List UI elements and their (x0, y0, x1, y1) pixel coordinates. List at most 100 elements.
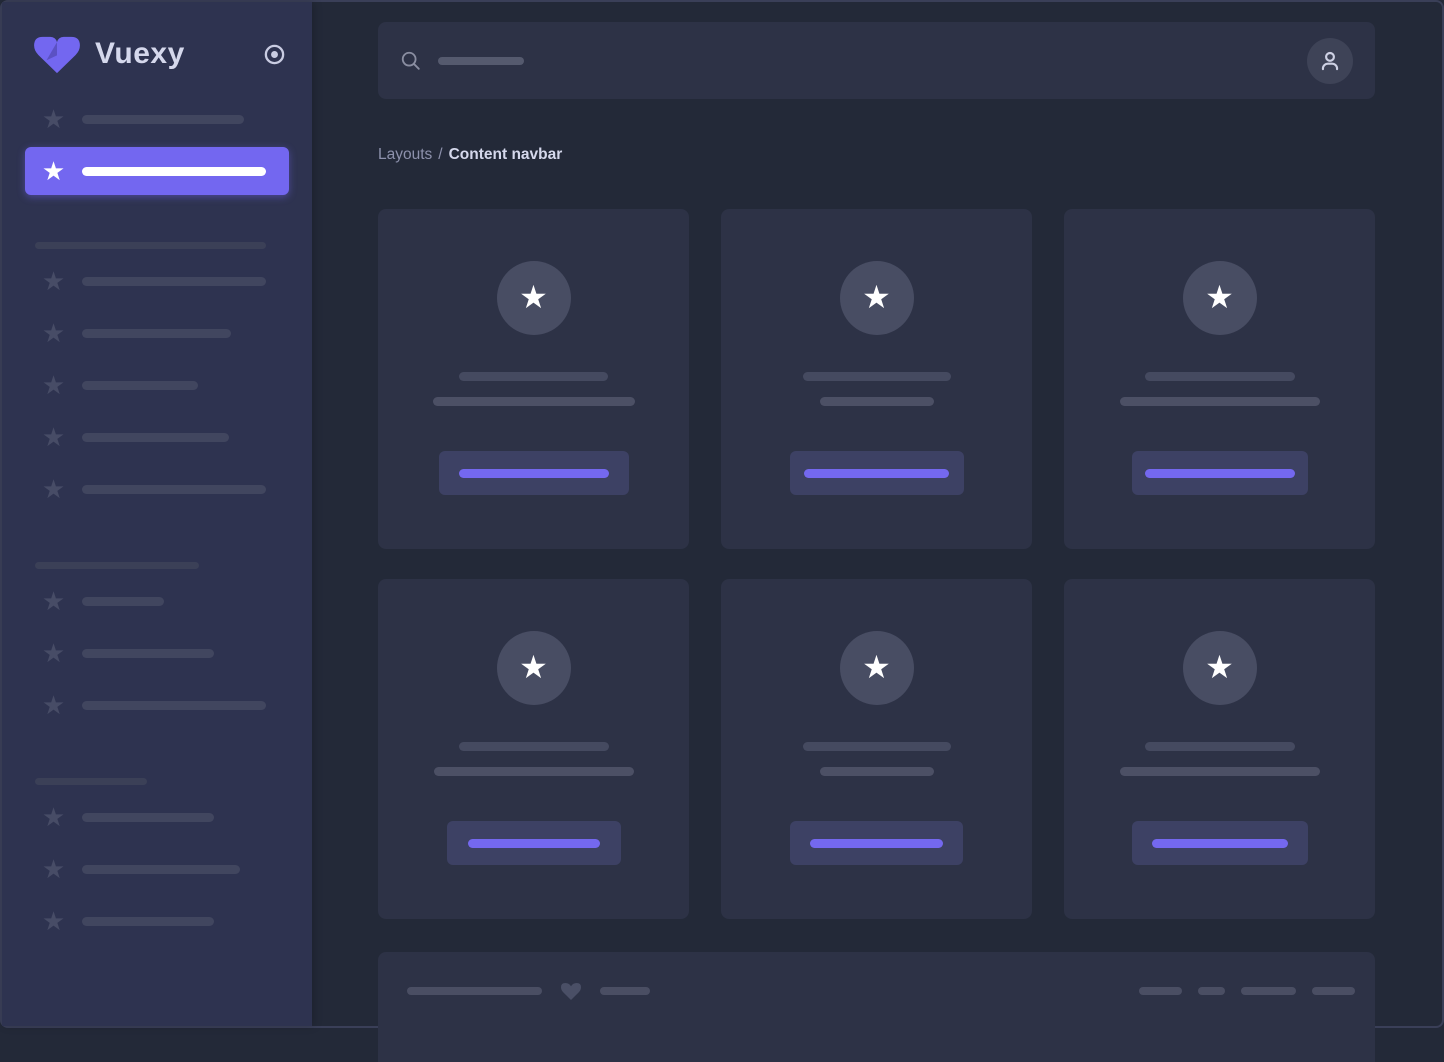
star-icon: ★ (40, 908, 67, 934)
card-avatar-circle: ★ (840, 631, 914, 705)
menu-label-placeholder (82, 597, 164, 606)
sidebar-item[interactable]: ★ (2, 627, 312, 679)
card-title-placeholder (1145, 742, 1295, 751)
star-icon: ★ (40, 640, 67, 666)
star-icon: ★ (862, 651, 891, 683)
star-icon: ★ (862, 281, 891, 313)
menu-label-placeholder (82, 381, 198, 390)
button-label-placeholder (468, 839, 600, 848)
menu-label-placeholder (82, 433, 229, 442)
sidebar-item[interactable]: ★ (2, 463, 312, 515)
user-icon (1317, 48, 1343, 74)
card-button[interactable] (447, 821, 621, 865)
menu-label-placeholder (82, 649, 214, 658)
card-subtitle-placeholder (1120, 767, 1320, 776)
page-footer (378, 952, 1375, 1062)
menu-label-placeholder (82, 865, 240, 874)
star-icon: ★ (40, 424, 67, 450)
button-label-placeholder (459, 469, 609, 478)
menu-section-divider (2, 555, 312, 575)
skeleton-card: ★ (1064, 209, 1375, 549)
star-icon: ★ (519, 281, 548, 313)
sidebar-item[interactable]: ★ (2, 411, 312, 463)
sidebar-item-active[interactable]: ★ (25, 147, 289, 195)
card-button[interactable] (790, 451, 964, 495)
search-input[interactable] (400, 50, 1307, 72)
skeleton-card: ★ (378, 209, 689, 549)
card-title-placeholder (459, 372, 608, 381)
search-icon (400, 50, 422, 72)
footer-link-placeholder[interactable] (1312, 987, 1355, 995)
footer-links (1139, 987, 1355, 995)
star-icon: ★ (40, 804, 67, 830)
sidebar-item[interactable]: ★ (2, 359, 312, 411)
sidebar-header: Vuexy (2, 2, 312, 75)
menu-section-divider (2, 235, 312, 255)
breadcrumb-parent[interactable]: Layouts (378, 146, 432, 163)
button-label-placeholder (804, 469, 949, 478)
skeleton-card: ★ (378, 579, 689, 919)
sidebar-item[interactable]: ★ (2, 575, 312, 627)
menu-label-placeholder (82, 277, 266, 286)
footer-link-placeholder[interactable] (1198, 987, 1225, 995)
breadcrumb-current: Content navbar (449, 146, 563, 163)
star-icon: ★ (40, 320, 67, 346)
card-avatar-circle: ★ (497, 631, 571, 705)
breadcrumb-separator: / (438, 146, 442, 163)
footer-link-placeholder[interactable] (1241, 987, 1296, 995)
app-logo-text: Vuexy (95, 37, 185, 71)
sidebar-item[interactable]: ★ (2, 895, 312, 947)
menu-label-placeholder (82, 813, 214, 822)
section-label-placeholder (35, 242, 266, 249)
card-button[interactable] (1132, 451, 1308, 495)
sidebar-item[interactable]: ★ (2, 843, 312, 895)
sidebar-item[interactable]: ★ (2, 307, 312, 359)
skeleton-card: ★ (721, 209, 1032, 549)
vuexy-v-icon (32, 33, 82, 75)
card-title-placeholder (803, 742, 951, 751)
star-icon: ★ (1205, 281, 1234, 313)
search-placeholder-bar (438, 57, 524, 65)
sidebar: Vuexy ★ ★ ★ ★ ★ ★ ★ ★ ★ ★ ★ ★ ★ (2, 2, 312, 1026)
star-icon: ★ (40, 372, 67, 398)
section-label-placeholder (35, 562, 199, 569)
menu-label-placeholder (82, 701, 266, 710)
sidebar-item[interactable]: ★ (2, 93, 312, 145)
card-avatar-circle: ★ (1183, 631, 1257, 705)
footer-link-placeholder[interactable] (1139, 987, 1182, 995)
breadcrumb: Layouts / Content navbar (378, 145, 1375, 165)
card-title-placeholder (1145, 372, 1295, 381)
top-navbar (378, 22, 1375, 99)
card-subtitle-placeholder (820, 397, 934, 406)
section-label-placeholder (35, 778, 147, 785)
radio-dot-icon (263, 43, 286, 66)
star-icon: ★ (40, 476, 67, 502)
card-button[interactable] (1132, 821, 1308, 865)
card-title-placeholder (459, 742, 609, 751)
skeleton-card: ★ (1064, 579, 1375, 919)
sidebar-item[interactable]: ★ (2, 679, 312, 731)
card-button[interactable] (439, 451, 629, 495)
footer-text-placeholder (407, 987, 542, 995)
skeleton-card: ★ (721, 579, 1032, 919)
menu-label-placeholder (82, 917, 214, 926)
star-icon: ★ (519, 651, 548, 683)
card-subtitle-placeholder (820, 767, 934, 776)
sidebar-item[interactable]: ★ (2, 255, 312, 307)
main-content: Layouts / Content navbar ★ ★ ★ ★ ★ ★ (312, 2, 1442, 1026)
footer-text-placeholder (600, 987, 650, 995)
card-avatar-circle: ★ (1183, 261, 1257, 335)
star-icon: ★ (40, 692, 67, 718)
card-subtitle-placeholder (433, 397, 635, 406)
sidebar-item[interactable]: ★ (2, 791, 312, 843)
star-icon: ★ (40, 856, 67, 882)
card-button[interactable] (790, 821, 963, 865)
user-avatar[interactable] (1307, 38, 1353, 84)
menu-pin-toggle[interactable] (262, 42, 286, 66)
menu-label-placeholder (82, 485, 266, 494)
star-icon: ★ (40, 158, 67, 184)
menu-section-divider (2, 771, 312, 791)
button-label-placeholder (810, 839, 943, 848)
menu-label-placeholder (82, 115, 244, 124)
heart-icon (559, 979, 583, 1003)
